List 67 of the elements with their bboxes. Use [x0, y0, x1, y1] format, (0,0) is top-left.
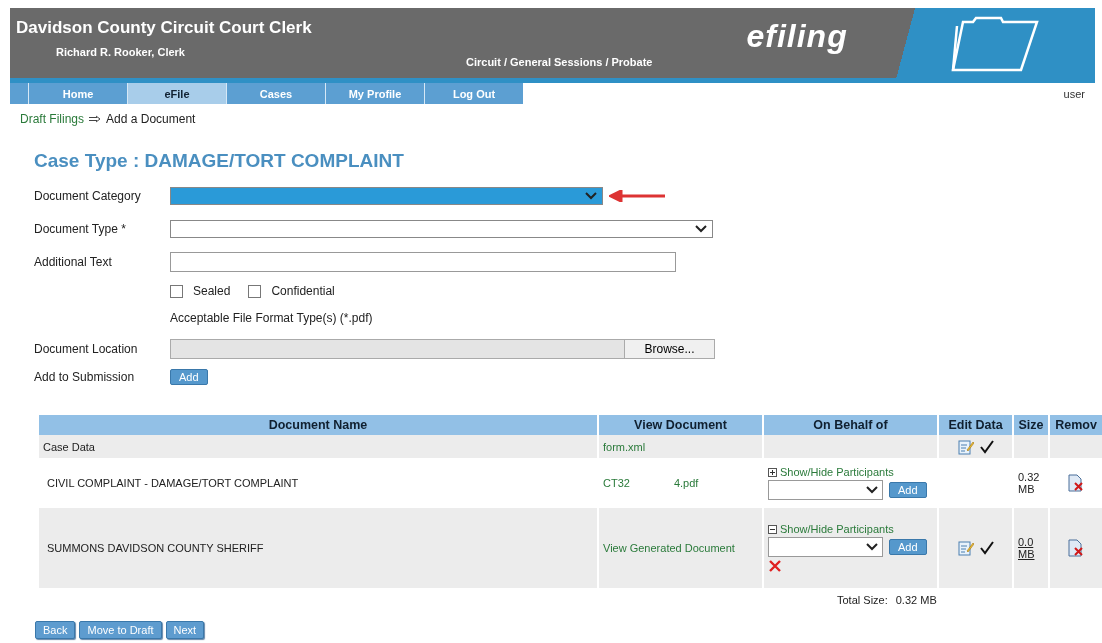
chevron-down-icon — [695, 224, 707, 233]
table-cell: SUMMONS DAVIDSON COUNTY SHERIFF — [37, 508, 597, 588]
table-cell: Case Data — [37, 435, 597, 458]
double-arrow-icon — [89, 115, 101, 123]
column-header: Size — [1012, 415, 1048, 435]
nav-tab[interactable]: Home — [28, 83, 127, 104]
checkmark-icon — [979, 541, 994, 555]
column-header: On Behalf of — [762, 415, 937, 435]
column-header: Document Name — [37, 415, 597, 435]
text-input[interactable] — [170, 251, 676, 272]
document-link[interactable]: CT32 — [603, 477, 630, 489]
show-hide-link[interactable]: Show/Hide Participants — [780, 466, 894, 478]
edit-icon[interactable] — [957, 438, 974, 455]
checkbox-label: Sealed — [193, 284, 231, 298]
size-link[interactable]: 0.0 MB — [1018, 536, 1044, 560]
case-type-heading: Case Type : DAMAGE/TORT COMPLAINT — [34, 150, 404, 172]
expand-icon[interactable] — [768, 467, 777, 477]
nav-tab[interactable]: Cases — [226, 83, 325, 104]
checkbox-label: Confidential — [271, 284, 335, 298]
edit-icon[interactable] — [957, 540, 974, 556]
nav-tab[interactable]: My Profile — [325, 83, 424, 104]
add-button[interactable]: Add — [889, 539, 927, 555]
field-label: Document Category — [34, 188, 142, 203]
chevron-down-icon — [866, 543, 878, 551]
column-header: Edit Data — [937, 415, 1012, 435]
total-size-label: Total Size: — [837, 594, 888, 606]
browse-button[interactable]: Browse... — [624, 339, 714, 358]
collapse-icon[interactable] — [768, 524, 777, 534]
close-icon[interactable] — [768, 559, 782, 573]
add-button[interactable]: Add — [889, 482, 927, 498]
dropdown-field[interactable] — [170, 219, 713, 238]
nav-button[interactable]: Next — [165, 621, 205, 639]
document-link[interactable]: View Generated Document — [603, 542, 735, 554]
court-names: Circuit / General Sessions / Probate — [466, 56, 653, 68]
breadcrumb-link[interactable]: Draft Filings — [20, 112, 84, 126]
checkmark-icon — [979, 439, 994, 454]
checkbox[interactable] — [248, 284, 262, 298]
nav-button[interactable]: Move to Draft — [79, 621, 162, 639]
file-size: 0.32 MB — [1018, 471, 1041, 495]
field-label: Additional Text — [34, 254, 113, 269]
column-header: View Document — [597, 415, 762, 435]
breadcrumb-current: Add a Document — [106, 112, 196, 126]
nav-tab[interactable]: eFile — [127, 83, 226, 104]
chevron-down-icon — [866, 486, 878, 494]
brand-logo: efiling — [746, 18, 848, 56]
field-label: Add to Submission — [34, 370, 136, 384]
dropdown-field[interactable] — [170, 186, 603, 205]
document-link[interactable]: form.xml — [603, 440, 646, 453]
column-header: Remov — [1048, 415, 1102, 435]
chevron-down-icon — [585, 191, 597, 200]
remove-document-icon[interactable] — [1068, 474, 1084, 492]
clerk-name: Richard R. Rooker, Clerk — [56, 46, 186, 58]
nav-button[interactable]: Back — [35, 621, 76, 639]
format-note: Acceptable File Format Type(s) (*.pdf) — [170, 311, 373, 325]
show-hide-link[interactable]: Show/Hide Participants — [780, 523, 894, 535]
add-button[interactable]: Add — [170, 369, 208, 385]
site-title: Davidson County Circuit Court Clerk — [16, 18, 313, 38]
user-label: user — [1063, 87, 1085, 100]
nav-tab[interactable]: Log Out — [424, 83, 523, 104]
total-size-value: 0.32 MB — [895, 594, 937, 606]
tab-bar-end — [10, 83, 28, 104]
checkbox[interactable] — [170, 284, 183, 298]
field-label: Document Type * — [34, 221, 127, 236]
field-label: Document Location — [34, 341, 139, 356]
file-input[interactable]: Browse... — [170, 338, 715, 359]
document-link[interactable]: 4.pdf — [673, 477, 699, 489]
remove-document-icon[interactable] — [1068, 539, 1084, 557]
